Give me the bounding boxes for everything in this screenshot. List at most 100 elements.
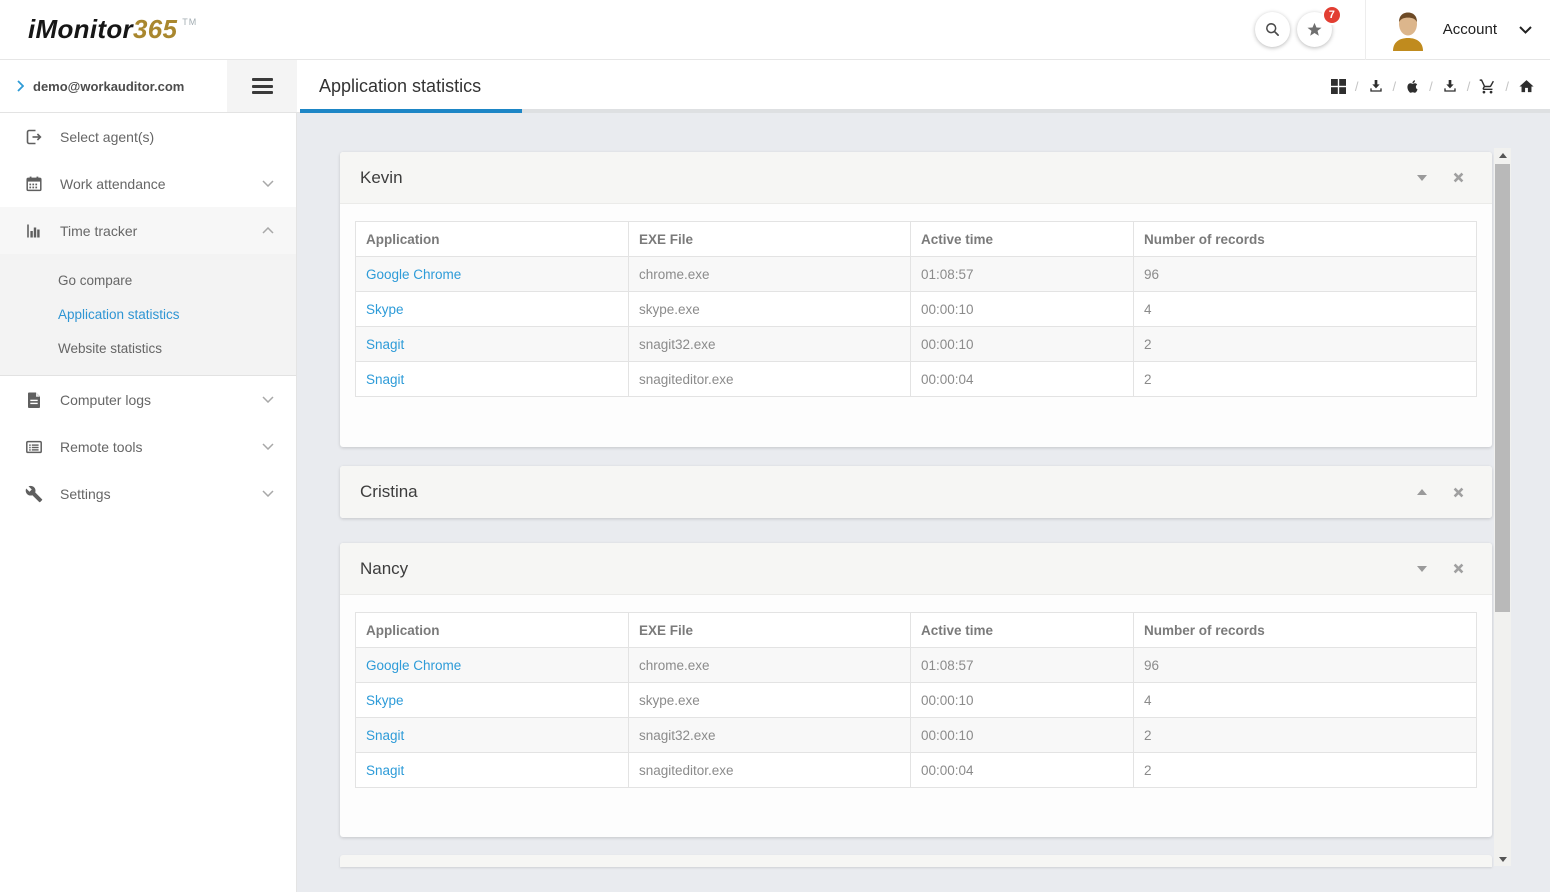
exe-file-cell: chrome.exe bbox=[629, 648, 911, 683]
mac-download-icon[interactable] bbox=[1442, 78, 1458, 94]
column-header-exe-file[interactable]: EXE File bbox=[629, 222, 911, 257]
sidebar-item-computer-logs[interactable]: Computer logs bbox=[0, 376, 296, 423]
cart-icon[interactable] bbox=[1479, 78, 1496, 95]
bar-chart-icon bbox=[24, 222, 44, 240]
table-row: Snagit snagit32.exe 00:00:10 2 bbox=[356, 718, 1477, 753]
application-link[interactable]: Snagit bbox=[356, 362, 629, 397]
sub-item-label: Go compare bbox=[58, 273, 132, 288]
chevron-down-icon bbox=[262, 490, 274, 497]
application-link[interactable]: Google Chrome bbox=[356, 648, 629, 683]
records-cell: 2 bbox=[1134, 327, 1477, 362]
brand-suffix: 365 bbox=[133, 14, 177, 44]
separator: / bbox=[1467, 79, 1471, 94]
column-header-active-time[interactable]: Active time bbox=[911, 222, 1134, 257]
exe-file-cell: chrome.exe bbox=[629, 257, 911, 292]
close-icon bbox=[1453, 172, 1464, 183]
sidebar-subitem-application-statistics[interactable]: Application statistics bbox=[0, 297, 296, 331]
scrollbar[interactable] bbox=[1494, 148, 1511, 866]
panel-header[interactable]: Kevin bbox=[340, 152, 1492, 204]
brand-logo: iMonitor365 TM bbox=[28, 14, 197, 45]
panel-header[interactable]: Nancy bbox=[340, 543, 1492, 595]
account-label: Account bbox=[1443, 21, 1497, 38]
column-header-application[interactable]: Application bbox=[356, 222, 629, 257]
sidebar-item-remote-tools[interactable]: Remote tools bbox=[0, 423, 296, 470]
search-button[interactable] bbox=[1255, 12, 1290, 47]
account-menu[interactable]: Account bbox=[1366, 0, 1550, 59]
star-icon bbox=[1306, 21, 1323, 38]
column-header-active-time[interactable]: Active time bbox=[911, 613, 1134, 648]
page-title: Application statistics bbox=[319, 76, 481, 97]
collapse-panel-button[interactable] bbox=[1415, 564, 1429, 574]
table-row: Skype skype.exe 00:00:10 4 bbox=[356, 683, 1477, 718]
records-cell: 4 bbox=[1134, 683, 1477, 718]
topbar-actions: 7 Account bbox=[1255, 0, 1550, 59]
triangle-down-icon bbox=[1417, 175, 1427, 181]
agent-selector[interactable]: demo@workauditor.com bbox=[0, 60, 227, 112]
chevron-down-icon bbox=[1519, 26, 1532, 34]
sidebar-item-label: Work attendance bbox=[60, 176, 262, 192]
expand-panel-button[interactable] bbox=[1415, 487, 1429, 497]
table-row: Google Chrome chrome.exe 01:08:57 96 bbox=[356, 648, 1477, 683]
application-link[interactable]: Snagit bbox=[356, 327, 629, 362]
windows-icon[interactable] bbox=[1331, 79, 1346, 94]
scroll-down-button[interactable] bbox=[1494, 852, 1511, 866]
application-link[interactable]: Skype bbox=[356, 683, 629, 718]
list-icon bbox=[24, 438, 44, 456]
favorites-button[interactable]: 7 bbox=[1297, 12, 1332, 47]
close-panel-button[interactable] bbox=[1451, 561, 1466, 576]
sidebar-item-select-agents[interactable]: Select agent(s) bbox=[0, 113, 296, 160]
column-header-records[interactable]: Number of records bbox=[1134, 222, 1477, 257]
application-link[interactable]: Google Chrome bbox=[356, 257, 629, 292]
sidebar-subitem-go-compare[interactable]: Go compare bbox=[0, 263, 296, 297]
sidebar: Select agent(s) Work attendance Time tra… bbox=[0, 113, 297, 892]
sidebar-item-label: Select agent(s) bbox=[60, 129, 274, 145]
active-time-cell: 01:08:57 bbox=[911, 648, 1134, 683]
topbar: iMonitor365 TM 7 bbox=[0, 0, 1550, 60]
table-row: Google Chrome chrome.exe 01:08:57 96 bbox=[356, 257, 1477, 292]
sidebar-item-time-tracker[interactable]: Time tracker bbox=[0, 207, 296, 254]
close-panel-button[interactable] bbox=[1451, 485, 1466, 500]
panel-header[interactable]: Cristina bbox=[340, 466, 1492, 518]
page-header: demo@workauditor.com Application statist… bbox=[0, 60, 1550, 113]
collapse-panel-button[interactable] bbox=[1415, 173, 1429, 183]
table-header-row: Application EXE File Active time Number … bbox=[356, 613, 1477, 648]
exe-file-cell: skype.exe bbox=[629, 292, 911, 327]
application-stats-table: Application EXE File Active time Number … bbox=[355, 221, 1477, 397]
sidebar-toggle-button[interactable] bbox=[248, 71, 277, 102]
sidebar-item-work-attendance[interactable]: Work attendance bbox=[0, 160, 296, 207]
sidebar-subitem-website-statistics[interactable]: Website statistics bbox=[0, 331, 296, 365]
scrollbar-thumb[interactable] bbox=[1495, 164, 1510, 612]
column-header-exe-file[interactable]: EXE File bbox=[629, 613, 911, 648]
triangle-up-icon bbox=[1499, 153, 1507, 158]
active-time-cell: 01:08:57 bbox=[911, 257, 1134, 292]
document-icon bbox=[24, 391, 44, 409]
apple-icon[interactable] bbox=[1405, 78, 1420, 95]
application-link[interactable]: Snagit bbox=[356, 718, 629, 753]
column-header-application[interactable]: Application bbox=[356, 613, 629, 648]
agent-panel-cristina: Cristina bbox=[340, 466, 1492, 518]
table-row: Skype skype.exe 00:00:10 4 bbox=[356, 292, 1477, 327]
chevron-down-icon bbox=[262, 396, 274, 403]
close-panel-button[interactable] bbox=[1451, 170, 1466, 185]
panel-title: Nancy bbox=[360, 559, 1415, 579]
table-row: Snagit snagiteditor.exe 00:00:04 2 bbox=[356, 753, 1477, 788]
records-cell: 2 bbox=[1134, 753, 1477, 788]
panel-title: Cristina bbox=[360, 482, 1415, 502]
application-link[interactable]: Snagit bbox=[356, 753, 629, 788]
chevron-down-icon bbox=[262, 443, 274, 450]
exit-icon bbox=[24, 128, 44, 146]
records-cell: 96 bbox=[1134, 257, 1477, 292]
chevron-down-icon bbox=[262, 180, 274, 187]
application-link[interactable]: Skype bbox=[356, 292, 629, 327]
scroll-up-button[interactable] bbox=[1494, 148, 1511, 162]
windows-download-icon[interactable] bbox=[1368, 78, 1384, 94]
active-time-cell: 00:00:10 bbox=[911, 683, 1134, 718]
active-time-cell: 00:00:04 bbox=[911, 362, 1134, 397]
column-header-records[interactable]: Number of records bbox=[1134, 613, 1477, 648]
notification-badge: 7 bbox=[1322, 5, 1342, 25]
sidebar-item-label: Settings bbox=[60, 486, 262, 502]
title-area: Application statistics bbox=[297, 60, 1331, 112]
home-icon[interactable] bbox=[1518, 78, 1535, 95]
records-cell: 2 bbox=[1134, 718, 1477, 753]
sidebar-item-settings[interactable]: Settings bbox=[0, 470, 296, 517]
